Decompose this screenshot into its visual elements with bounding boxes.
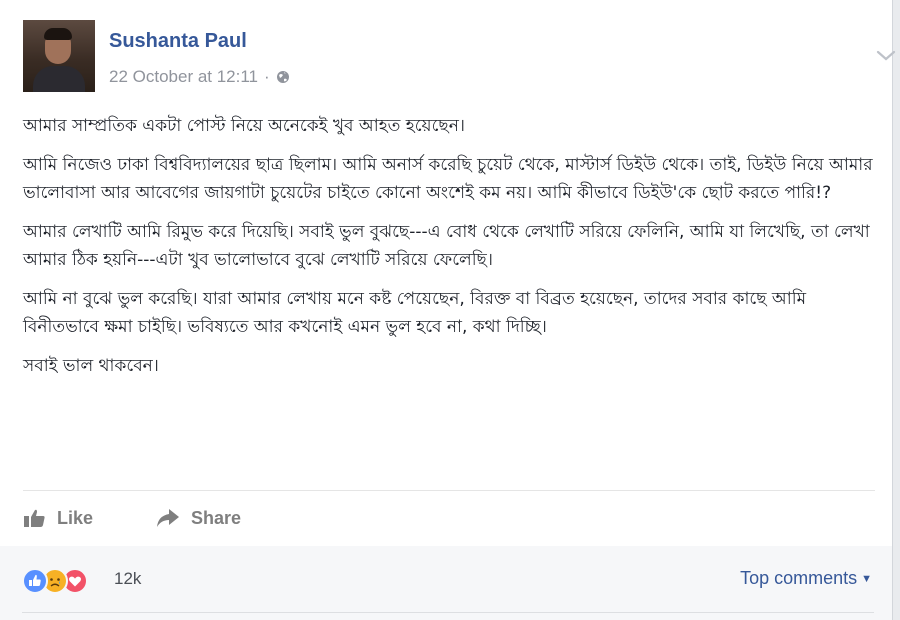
globe-icon[interactable] [276,70,290,84]
like-button[interactable]: Like [23,508,93,529]
share-button[interactable]: Share [155,508,241,529]
meta-separator: · [264,67,270,86]
post-card: Sushanta Paul 22 October at 12:11 · আমার… [0,0,896,620]
divider [23,490,875,491]
post-paragraph: আমি না বুঝে ভুল করেছি। যারা আমার লেখায় … [23,288,807,338]
post-paragraph: সবাই ভাল থাকবেন। [23,355,159,376]
like-icon [22,568,48,594]
reaction-count[interactable]: 12k [114,569,141,589]
post-footer: 12k Top comments ▼ [0,546,892,620]
post-meta: 22 October at 12:11 · [109,67,290,87]
post-paragraph: আমার লেখাটি আমি রিমুভ করে দিয়েছি। সবাই … [23,221,870,271]
post-paragraph: আমার সাম্প্রতিক একটা পোস্ট নিয়ে অনেকেই … [23,116,465,136]
post-header: Sushanta Paul 22 October at 12:11 · [23,20,896,100]
post-timestamp[interactable]: 22 October at 12:11 [109,67,258,87]
like-label: Like [57,507,94,528]
top-comments-dropdown[interactable]: Top comments ▼ [740,568,872,589]
sort-label: Top comments [740,568,858,588]
post-paragraph: আমি নিজেও ঢাকা বিশ্ববিদ্যালয়ের ছাত্র ছি… [23,154,873,204]
post-body: আমার সাম্প্রতিক একটা পোস্ট নিয়ে অনেকেই … [23,112,875,390]
thumbs-up-icon [24,509,45,527]
reaction-icons[interactable] [22,568,88,594]
post-actions: Like Share [23,500,241,536]
caret-down-icon: ▼ [861,572,872,585]
share-arrow-icon [157,509,180,527]
avatar[interactable] [23,20,95,92]
share-label: Share [191,507,242,528]
author-name[interactable]: Sushanta Paul [109,30,247,53]
divider [22,612,874,613]
chevron-down-icon[interactable] [875,48,897,64]
